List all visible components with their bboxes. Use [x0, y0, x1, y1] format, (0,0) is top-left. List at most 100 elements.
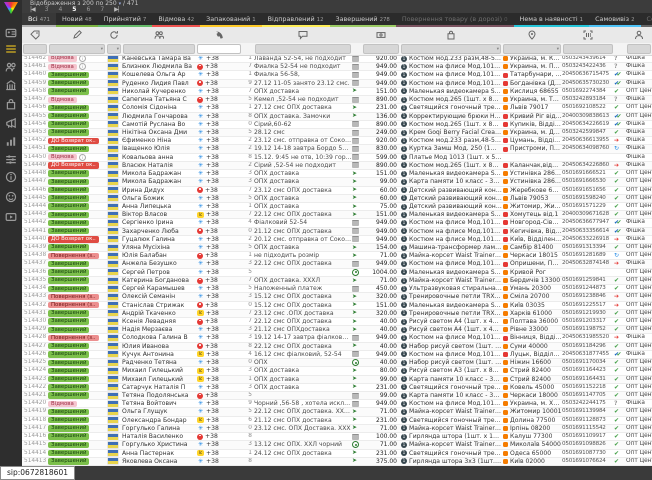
order-row[interactable]: 514429ЗавершенийНадія Мерзаєва✳+38321.12… [22, 326, 652, 334]
column-header-trackstatus[interactable] [614, 27, 626, 43]
tab-самовивіз[interactable]: Самовивіз2 [589, 13, 640, 27]
order-row[interactable]: 514459ЗавершенийРуденко Лидия Павл+38927… [22, 80, 652, 88]
order-row[interactable]: 514424ЗавершенийМихаил Гилецькийlc+383ОП… [22, 367, 652, 375]
settings-sliders-icon[interactable] [3, 152, 19, 166]
order-row[interactable]: 514443ЗавершенийВіктор Власовlc+38722.12… [22, 211, 652, 219]
page-number-6[interactable]: 6 [86, 6, 90, 13]
column-header-phone-phone-icon[interactable] [196, 27, 242, 43]
order-row[interactable]: 514444ЗавершенийАнна Липецька✳+381ОПХ до… [22, 203, 652, 211]
order-row[interactable]: 514450ВідмоваiКовальова анна✳+38815.12. … [22, 154, 652, 162]
column-header-pay[interactable] [352, 27, 362, 43]
order-row[interactable]: 514427ЗавершенийЮлия Иванова+38822.12 см… [22, 343, 652, 351]
filter-input-source[interactable] [627, 44, 651, 54]
order-row[interactable]: 514426ЗавершенийКучук Антонинаlc+38416.1… [22, 351, 652, 359]
tab-запакований[interactable]: Запакований1 [200, 13, 261, 27]
order-row[interactable]: 514460ЗавершенийКошелева Ольга Ар✳+381Фи… [22, 71, 652, 79]
order-row[interactable]: 514439ЗавершенийУляна Мусіхіна✳+385ОПХ д… [22, 244, 652, 252]
tab-відправлений[interactable]: Відправлений12 [262, 13, 330, 27]
tab-сервіси[interactable]: Сервіси0 [641, 13, 652, 27]
column-header-city-pin-icon[interactable] [502, 27, 562, 43]
tab-новий[interactable]: Новий48 [56, 13, 98, 27]
order-row[interactable]: 514456ЗавершенийСоломія Сідоніна✳+38127.… [22, 104, 652, 112]
filter-dropdown-icon[interactable]: ▾ [557, 47, 559, 52]
tab-відмова[interactable]: Відмова42 [152, 13, 200, 27]
order-row[interactable]: 514441ЗавершенийЗахарченко Люба+38021.12… [22, 228, 652, 236]
order-row[interactable]: 514438Повернення (з..Юлія Балабан+381не … [22, 252, 652, 260]
tab-всі[interactable]: Всі471 [22, 13, 56, 27]
filter-input-phone[interactable] [197, 44, 241, 54]
page-number-7[interactable]: 7 [100, 6, 104, 13]
tab-нема-в-наявності[interactable]: Нема в наявності1 [514, 13, 590, 27]
order-row[interactable]: 514448ЗавершенийМикола Бадражан✳+383ОПХ … [22, 170, 652, 178]
order-row[interactable]: 514440ДО Возврат ок..Гуцалюк Галина✳+382… [22, 236, 652, 244]
company-icon[interactable] [3, 78, 19, 92]
statistics-chart-icon[interactable] [3, 134, 19, 148]
page-number-5[interactable]: 5 [72, 6, 76, 13]
order-row[interactable]: 514413ЗавершенийЯковлева Оксана✳+388➤375… [22, 458, 652, 466]
order-row[interactable]: 514418ЗавершенийОлександра Бондарlc+3862… [22, 417, 652, 425]
id-card-icon[interactable] [3, 26, 19, 40]
filter-input-product[interactable]: ▾ [401, 44, 501, 54]
order-row[interactable]: 514419ЗавершенийОльга Глущук✳+38522.12 с… [22, 408, 652, 416]
tab-повернення-товару-в-дорозі-[interactable]: Повернення товару (в дорозі)0 [396, 13, 514, 27]
column-header-comment-bubble-icon[interactable] [254, 27, 352, 43]
order-row[interactable]: 514462ВідмоваiКаневська Тамара Ва✳+381Ла… [22, 55, 652, 63]
order-row[interactable]: 514434ЗавершенийСергей Карамышев✳+385Нал… [22, 285, 652, 293]
order-row[interactable]: 514452ДО Возврат ок..Єфименко Ніна✳+3822… [22, 137, 652, 145]
filter-input-status[interactable]: ▾ [49, 44, 105, 54]
first-page-button[interactable]: |◀ [30, 6, 35, 13]
order-row[interactable]: 514447ЗавершенийМикола Бадражан✳+383ОПХ … [22, 178, 652, 186]
order-row[interactable]: 514442ЗавершенийСергіенко Ірина✳+384Фіал… [22, 219, 652, 227]
order-row[interactable]: 514420ВідмоваТетяна Войтович✳+389Чорний … [22, 400, 652, 408]
order-row[interactable]: 514423ЗавершенийМихаил Гилецькийlc+381ОП… [22, 376, 652, 384]
filter-input-country[interactable]: ▾ [107, 44, 121, 54]
order-row[interactable]: 514421ЗавершенийТетяна Подолянська+38599… [22, 392, 652, 400]
column-header-source-person-icon[interactable] [626, 27, 652, 43]
order-row[interactable]: 514451ЗавершенийІващенко Юлія✳+38219.12 … [22, 145, 652, 153]
filter-dropdown-icon[interactable]: ▾ [101, 47, 103, 52]
filter-input-client[interactable] [123, 44, 195, 54]
order-row[interactable]: 514461ВідмоваiБлизнюк Людмила Ва+387Фиал… [22, 63, 652, 71]
page-number-3[interactable]: 3 [45, 6, 49, 13]
order-row[interactable]: 514415ЗавершенийГоргулько Христина✳+3831… [22, 441, 652, 449]
column-header-product-bag-icon[interactable] [400, 27, 502, 43]
column-header-tracking-scan-icon[interactable] [562, 27, 614, 43]
order-row[interactable]: 514449ДО Возврат ок..Власюк Наталія✳+382… [22, 162, 652, 170]
filter-input-comment[interactable] [255, 44, 351, 54]
order-row[interactable]: 514457ВідмоваСапегина Татьяна С+385Кемел… [22, 96, 652, 104]
filter-input-id[interactable] [23, 44, 47, 54]
order-row[interactable]: 514446ЗавершенийИрина Дидух+38723.12 смс… [22, 187, 652, 195]
app-logo-icon[interactable] [4, 2, 18, 14]
column-header-client-people-icon[interactable] [122, 27, 196, 43]
order-row[interactable]: 514430ЗавершенийКсенія Левадняя+38722.12… [22, 318, 652, 326]
tab-завершений[interactable]: Завершений278 [330, 13, 396, 27]
filter-dropdown-icon[interactable]: ▾ [497, 47, 499, 52]
order-row[interactable]: 514458ЗавершенийНиколай Кучеренко✳+387ОП… [22, 88, 652, 96]
column-header-id-tag-icon[interactable] [22, 27, 48, 43]
filter-input-city[interactable]: ▾ [503, 44, 561, 54]
filter-dropdown-icon[interactable]: ▾ [117, 47, 119, 52]
order-row[interactable]: 514437ЗавершенийАнжела Безушко✳+38322.12… [22, 260, 652, 268]
filter-input-tracking[interactable] [563, 44, 613, 54]
column-header-status-pencil-icon[interactable] [48, 27, 106, 43]
column-header-qty[interactable] [242, 27, 254, 43]
order-row[interactable]: 514433Повернення (з..Олексій Семанін✳+38… [22, 293, 652, 301]
order-row[interactable]: 514436ЗавершенийСергей Петров✳+3851004.0… [22, 269, 652, 277]
order-row[interactable]: 514425ЗавершенийРадченко Тетяна✳+380ОПХ4… [22, 359, 652, 367]
orders-list-icon[interactable] [3, 42, 19, 56]
order-row[interactable]: 514422ЗавершенийСатарчук Наталія П✳+383О… [22, 384, 652, 392]
order-row[interactable]: 514431ЗавершенийАндрій Ткаченкоlc+38723.… [22, 310, 652, 318]
filter-input-price[interactable] [363, 44, 399, 54]
video-icon[interactable] [3, 210, 19, 224]
last-page-button[interactable]: ▶| [114, 6, 119, 13]
order-row[interactable]: 514414ЗавершенийАнна Пастернакlc+38124.1… [22, 450, 652, 458]
column-header-price-money-icon[interactable] [362, 27, 400, 43]
campaigns-megaphone-icon[interactable] [3, 116, 19, 130]
order-row[interactable]: 514454ЗавершенийСамотій Руслана Во✳+380С… [22, 121, 652, 129]
order-row[interactable]: 514417ЗавершенийГоргулько Галина✳+38023.… [22, 425, 652, 433]
order-row[interactable]: 514432Повернення (з..Станіслав Стрижак+3… [22, 302, 652, 310]
order-row[interactable]: 514416ЗавершенийНаталія Василенко+388100… [22, 433, 652, 441]
order-row[interactable]: 514435ЗавершенийКатерина Богданова+387ОП… [22, 277, 652, 285]
order-row[interactable]: 514453ЗавершенийНікітіна Оксана Дми✳+385… [22, 129, 652, 137]
clients-icon[interactable] [3, 60, 19, 74]
